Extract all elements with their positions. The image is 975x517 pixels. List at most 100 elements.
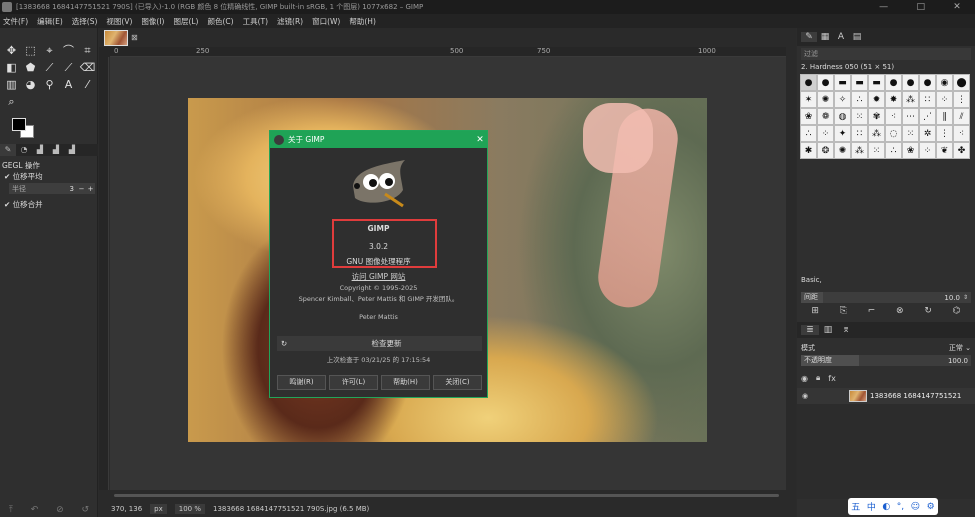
brush-tile[interactable]: ⁂: [868, 125, 885, 142]
menu-view[interactable]: 视图(V): [106, 16, 132, 27]
edit-brush-icon[interactable]: ⎘: [840, 306, 847, 316]
brush-tile[interactable]: ✦: [834, 125, 851, 142]
foreground-color-swatch[interactable]: [12, 118, 26, 131]
bucket-fill-tool-icon[interactable]: ⬟: [22, 60, 39, 76]
text-tool-icon[interactable]: A: [60, 77, 77, 93]
ime-item[interactable]: 中: [867, 500, 876, 513]
menu-windows[interactable]: 窗口(W): [312, 16, 340, 27]
tab-more[interactable]: ▟: [64, 144, 80, 156]
brush-tile[interactable]: ⁂: [902, 91, 919, 108]
close-button[interactable]: 关闭(C): [433, 375, 482, 390]
fuzzy-select-tool-icon[interactable]: ⌒: [60, 43, 77, 59]
brush-tile[interactable]: ●: [800, 74, 817, 91]
vertical-scrollbar[interactable]: [786, 47, 796, 500]
brush-spacing-spinner[interactable]: 间距 10.0 ⇕: [801, 292, 971, 303]
tab-tool-options[interactable]: ✎: [0, 144, 16, 156]
layer-opacity-spinner[interactable]: 不透明度 100.0: [801, 355, 971, 366]
ime-item[interactable]: ☺: [911, 502, 920, 512]
tab-layers-icon[interactable]: ≣: [801, 325, 819, 335]
refresh-brushes-icon[interactable]: ↻: [924, 306, 932, 316]
brush-tile[interactable]: ⁂: [851, 142, 868, 159]
menu-help[interactable]: 帮助(H): [349, 16, 376, 27]
maximize-button[interactable]: □: [916, 2, 925, 12]
close-dialog-icon[interactable]: ✕: [473, 135, 487, 145]
horizontal-scrollbar[interactable]: [99, 490, 786, 500]
brush-tile[interactable]: ●: [919, 74, 936, 91]
new-brush-icon[interactable]: ⊞: [811, 306, 819, 316]
ime-item[interactable]: 五: [851, 500, 860, 513]
ime-item[interactable]: °,: [897, 502, 904, 512]
rect-select-tool-icon[interactable]: ⬚: [22, 43, 39, 59]
menu-image[interactable]: 图像(I): [141, 16, 164, 27]
radius-increase-button[interactable]: +: [86, 185, 95, 193]
tab-fonts-icon[interactable]: A: [833, 32, 849, 42]
brush-tile[interactable]: ⁙: [868, 142, 885, 159]
brush-tile[interactable]: ⁘: [936, 91, 953, 108]
visibility-header-icon[interactable]: ◉: [801, 374, 808, 383]
ime-item[interactable]: ⚙: [927, 502, 935, 512]
brush-tile[interactable]: ✧: [834, 91, 851, 108]
menu-tools[interactable]: 工具(T): [243, 16, 268, 27]
tab-images[interactable]: ▟: [48, 144, 64, 156]
brush-tile[interactable]: ▬: [868, 74, 885, 91]
credits-button[interactable]: 鸣谢(R): [277, 375, 326, 390]
shift-average-checkbox[interactable]: ✔ 位移平均: [4, 171, 43, 182]
spacing-arrows-icon[interactable]: ⇕: [963, 294, 971, 301]
brush-tile[interactable]: ⁖: [885, 108, 902, 125]
license-button[interactable]: 许可(L): [329, 375, 378, 390]
smudge-tool-icon[interactable]: ◕: [22, 77, 39, 93]
brush-tile[interactable]: ⋮: [953, 91, 970, 108]
layer-name[interactable]: 1383668 1684147751521: [870, 392, 961, 400]
help-button[interactable]: 帮助(H): [381, 375, 430, 390]
brush-tile[interactable]: ∴: [885, 142, 902, 159]
brush-tile[interactable]: ✺: [834, 142, 851, 159]
brush-tile[interactable]: ⁙: [902, 125, 919, 142]
brush-tile[interactable]: ✲: [919, 125, 936, 142]
brush-tile[interactable]: ✸: [885, 91, 902, 108]
brush-tile[interactable]: ✱: [800, 142, 817, 159]
vertical-ruler[interactable]: [99, 57, 109, 490]
brush-tile[interactable]: ∷: [919, 91, 936, 108]
tab-brushes-icon[interactable]: ✎: [801, 32, 817, 42]
duplicate-brush-icon[interactable]: ⌐: [868, 306, 876, 316]
tab-device-status[interactable]: ◔: [16, 144, 32, 156]
horizontal-scrollbar-thumb[interactable]: [114, 494, 779, 497]
brush-tile[interactable]: ▬: [851, 74, 868, 91]
brush-tile[interactable]: ●: [902, 74, 919, 91]
brush-tile[interactable]: ✶: [800, 91, 817, 108]
brush-tile[interactable]: ◉: [936, 74, 953, 91]
menu-select[interactable]: 选择(S): [72, 16, 98, 27]
image-tab-thumbnail[interactable]: [104, 29, 128, 46]
tab-undo-history[interactable]: ▟: [32, 144, 48, 156]
clone-tool-icon[interactable]: ▥: [3, 77, 20, 93]
brush-tile[interactable]: ✹: [868, 91, 885, 108]
radius-spinner[interactable]: 半径 3 − +: [9, 183, 95, 194]
brush-tile[interactable]: ∥: [936, 108, 953, 125]
fx-icon[interactable]: fx: [828, 374, 836, 383]
eraser-tool-icon[interactable]: ⌫: [79, 60, 96, 76]
tab-channels-icon[interactable]: ▥: [819, 325, 837, 335]
opacity-value[interactable]: 100.0: [859, 357, 971, 365]
color-picker-tool-icon[interactable]: ⁄: [79, 77, 96, 93]
brush-tile[interactable]: ❂: [817, 142, 834, 159]
brush-tile[interactable]: ⁙: [851, 108, 868, 125]
spacing-value[interactable]: 10.0: [823, 294, 963, 302]
brush-tile[interactable]: ⋰: [919, 108, 936, 125]
brush-tile[interactable]: ⫽: [953, 108, 970, 125]
lasso-tool-icon[interactable]: ⌖: [41, 43, 58, 59]
lock-icon[interactable]: 🔒︎: [816, 373, 820, 383]
reset-options-icon[interactable]: ↺: [82, 505, 90, 515]
brush-tile[interactable]: ❁: [817, 108, 834, 125]
radius-value[interactable]: 3: [57, 185, 77, 193]
brush-tile[interactable]: ◍: [834, 108, 851, 125]
crop-tool-icon[interactable]: ⌗: [79, 43, 96, 59]
color-swatches[interactable]: [10, 116, 40, 142]
layer-visibility-icon[interactable]: ◉: [797, 392, 813, 400]
brush-filter-input[interactable]: 过滤: [801, 48, 971, 60]
delete-brush-icon[interactable]: ⊗: [896, 306, 904, 316]
unit-select[interactable]: px: [150, 503, 167, 514]
open-brush-folder-icon[interactable]: ⌬: [953, 306, 961, 316]
brush-tile[interactable]: ∴: [851, 91, 868, 108]
brush-tile[interactable]: ✺: [817, 91, 834, 108]
layer-item[interactable]: ◉ 1383668 1684147751521: [797, 388, 975, 404]
